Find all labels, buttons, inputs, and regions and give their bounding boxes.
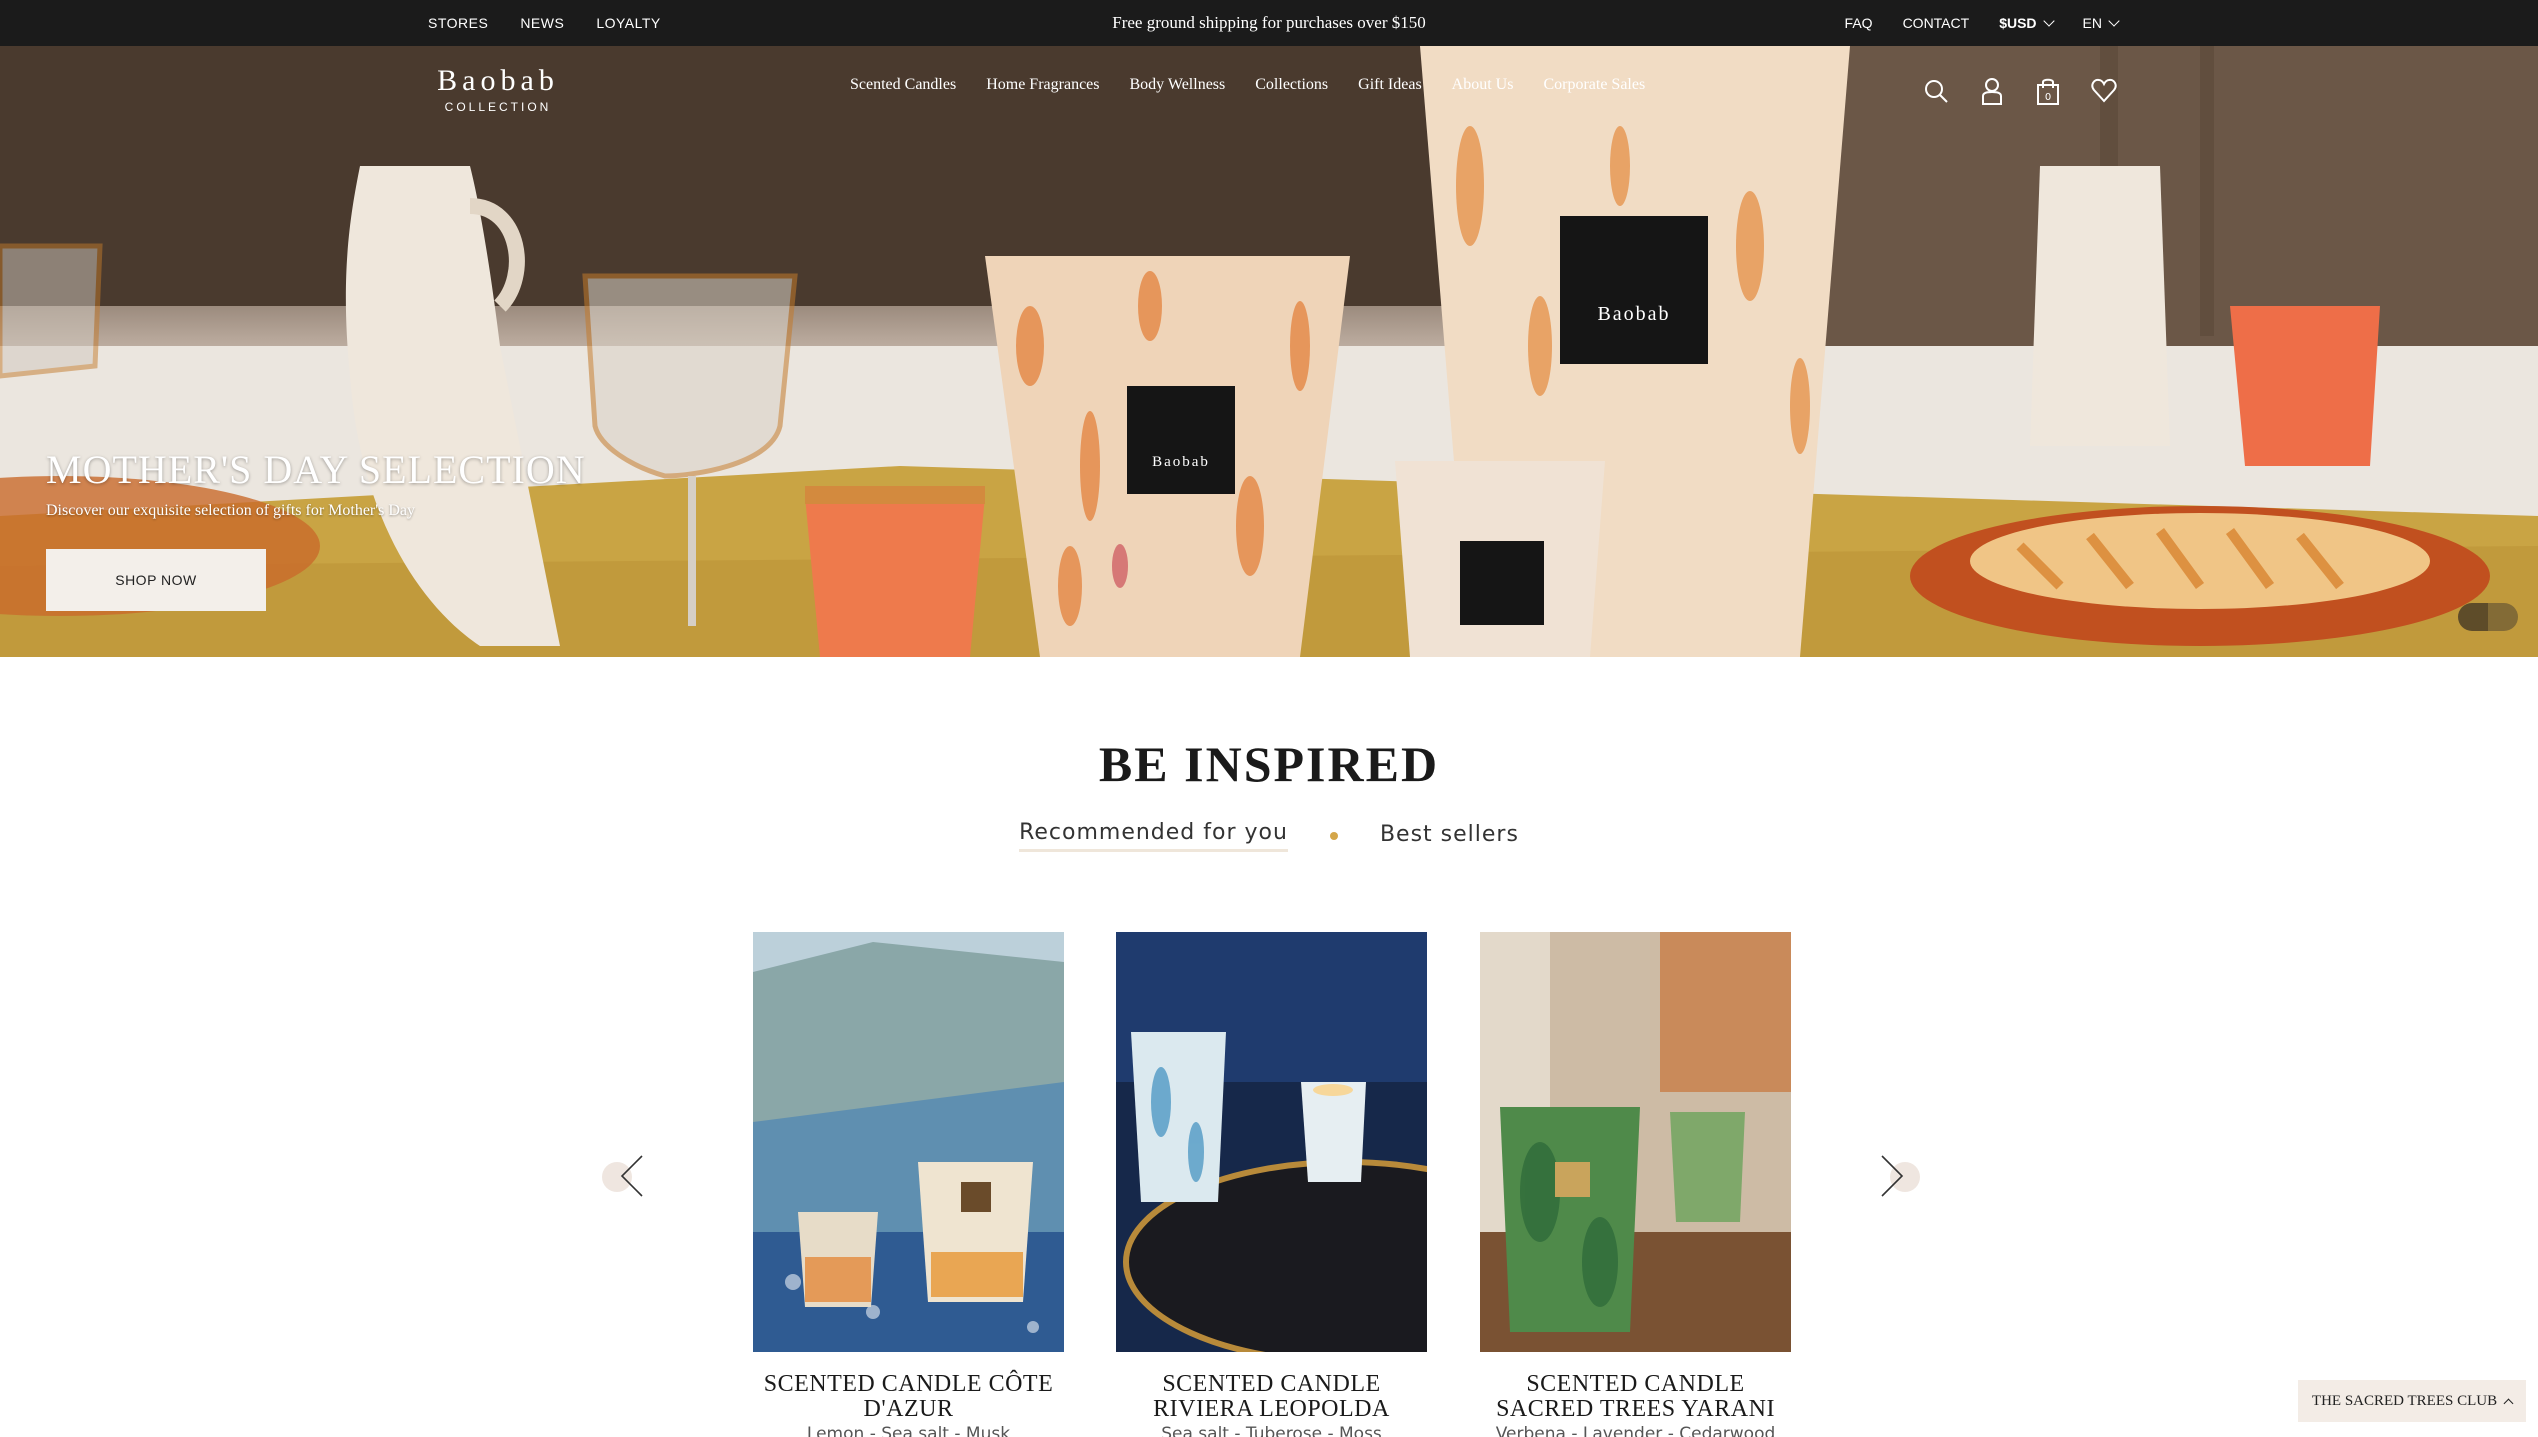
nav-gift-ideas[interactable]: Gift Ideas — [1358, 76, 1422, 94]
site-logo[interactable]: Baobab COLLECTION — [424, 64, 572, 114]
chevron-up-icon — [2503, 1398, 2514, 1408]
nav-scented-candles[interactable]: Scented Candles — [850, 76, 956, 94]
header-icons: 0 — [1922, 76, 2118, 106]
logo-subtitle: COLLECTION — [444, 100, 552, 114]
nav-body-wellness[interactable]: Body Wellness — [1130, 76, 1226, 94]
currency-select[interactable]: $USD — [1999, 15, 2055, 31]
product-name[interactable]: SCENTED CANDLE RIVIERA LEOPOLDA — [1116, 1372, 1427, 1422]
faq-link[interactable]: FAQ — [1845, 15, 1873, 31]
product-image — [1116, 932, 1569, 1365]
top-links: STORES NEWS LOYALTY — [428, 0, 661, 46]
main-navigation: Scented Candles Home Fragrances Body Wel… — [850, 76, 1645, 94]
product-notes: Sea salt - Tuberose - Moss — [1161, 1424, 1382, 1437]
product-card[interactable]: SCENTED CANDLE RIVIERA LEOPOLDA Sea salt… — [1116, 932, 1569, 1437]
bag-icon[interactable]: 0 — [2034, 76, 2062, 106]
heart-icon[interactable] — [2090, 76, 2118, 106]
news-link[interactable]: NEWS — [520, 15, 564, 31]
sacred-trees-club-tab[interactable]: THE SACRED TREES CLUB — [2298, 1380, 2526, 1422]
product-card[interactable]: SCENTED CANDLE SACRED TREES YARANI Verbe… — [1480, 932, 1791, 1437]
chevron-down-icon — [2108, 15, 2120, 27]
svg-text:Baobab: Baobab — [1597, 303, 1670, 325]
language-value: EN — [2082, 15, 2102, 31]
chevron-left-icon — [620, 1155, 643, 1197]
tab-best-sellers[interactable]: Best sellers — [1380, 822, 1519, 851]
chevron-down-icon — [2042, 15, 2055, 27]
product-name[interactable]: SCENTED CANDLE SACRED TREES YARANI — [1480, 1372, 1791, 1422]
tab-recommended[interactable]: Recommended for you — [1019, 820, 1288, 852]
carousel-next-button[interactable] — [1872, 1150, 1922, 1200]
nav-about-us[interactable]: About Us — [1452, 76, 1514, 94]
contact-link[interactable]: CONTACT — [1903, 15, 1970, 31]
hero-subtitle: Discover our exquisite selection of gift… — [46, 502, 416, 519]
logo-wordmark: Baobab — [437, 64, 559, 97]
slider-dots — [2458, 603, 2518, 631]
stores-link[interactable]: STORES — [428, 15, 488, 31]
top-right-links: FAQ CONTACT $USD EN — [1845, 0, 2120, 46]
product-name[interactable]: SCENTED CANDLE CÔTE D'AZUR — [753, 1372, 1064, 1422]
loyalty-link[interactable]: LOYALTY — [596, 15, 660, 31]
section-title: BE INSPIRED — [1098, 736, 1440, 792]
svg-text:Baobab: Baobab — [1152, 454, 1210, 470]
hero-banner: Baobab Baobab Baobab COLLECTION Scented … — [0, 46, 2538, 657]
product-image — [753, 932, 1064, 1352]
product-notes: Lemon - Sea salt - Musk — [806, 1424, 1011, 1437]
tab-separator-dot — [1329, 832, 1338, 840]
hero-image: Baobab Baobab — [0, 46, 2538, 657]
product-card[interactable]: SCENTED CANDLE CÔTE D'AZUR Lemon - Sea s… — [753, 932, 1064, 1437]
top-bar: STORES NEWS LOYALTY Free ground shipping… — [0, 0, 2538, 46]
svg-text:0: 0 — [2045, 92, 2051, 103]
search-icon[interactable] — [1922, 76, 1950, 106]
product-notes: Verbena - Lavender - Cedarwood — [1495, 1424, 1776, 1437]
product-image — [1480, 932, 1791, 1352]
shipping-promo: Free ground shipping for purchases over … — [1112, 13, 1426, 32]
slide-dot[interactable] — [2488, 603, 2518, 631]
language-select[interactable]: EN — [2082, 15, 2120, 31]
slide-dot[interactable] — [2458, 603, 2488, 631]
carousel-prev-button[interactable] — [602, 1150, 652, 1200]
currency-value: $USD — [1999, 15, 2037, 31]
nav-collections[interactable]: Collections — [1255, 76, 1328, 94]
inspired-tabs: Recommended for you Best sellers — [0, 820, 2538, 852]
user-icon[interactable] — [1978, 76, 2006, 106]
chevron-right-icon — [1881, 1155, 1904, 1197]
club-label: THE SACRED TREES CLUB — [2311, 1392, 2498, 1409]
nav-corporate-sales[interactable]: Corporate Sales — [1543, 76, 1645, 94]
nav-home-fragrances[interactable]: Home Fragrances — [986, 76, 1099, 94]
shop-now-button[interactable]: SHOP NOW — [46, 549, 266, 611]
hero-title: MOTHER'S DAY SELECTION — [46, 447, 586, 492]
